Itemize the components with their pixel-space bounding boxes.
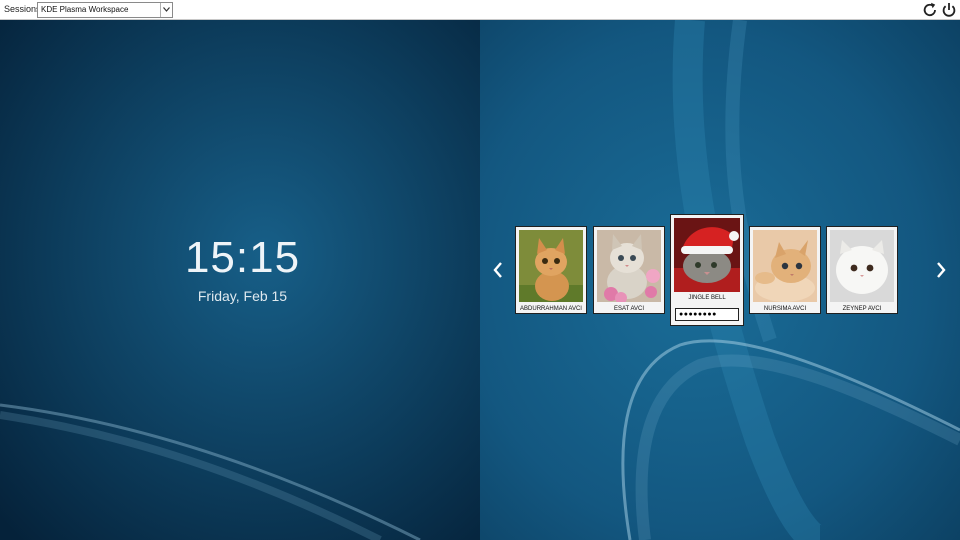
chevron-right-icon[interactable] xyxy=(933,258,949,282)
restart-icon[interactable] xyxy=(921,1,939,19)
avatar xyxy=(830,230,894,302)
chevron-down-icon[interactable] xyxy=(160,3,172,17)
user-card-zeynep[interactable]: ZEYNEP AVCI xyxy=(826,226,898,314)
chevron-left-icon[interactable] xyxy=(490,258,506,282)
avatar xyxy=(753,230,817,302)
user-name: ZEYNEP AVCI xyxy=(842,306,882,312)
clock-date: Friday, Feb 15 xyxy=(197,288,288,304)
session-selected-value: KDE Plasma Workspace xyxy=(41,5,129,14)
user-card-nursima[interactable]: NURSIMA AVCI xyxy=(749,226,821,314)
avatar xyxy=(519,230,583,302)
top-bar: Sessions: KDE Plasma Workspace xyxy=(0,0,960,20)
user-name: ESAT AVCI xyxy=(613,306,644,312)
user-name: ABDURRAHMAN AVCI xyxy=(520,306,582,312)
power-icon[interactable] xyxy=(940,1,958,19)
avatar xyxy=(597,230,661,302)
user-card-jingle-bell[interactable]: JINGLE BELL ●●●●●●●● xyxy=(670,214,744,326)
session-select[interactable]: KDE Plasma Workspace xyxy=(37,2,173,18)
user-name: JINGLE BELL xyxy=(688,295,726,301)
clock-time: 15:15 xyxy=(184,233,301,282)
user-card-abdurrahman[interactable]: ABDURRAHMAN AVCI xyxy=(515,226,587,314)
user-name: NURSIMA AVCI xyxy=(763,306,807,312)
avatar xyxy=(674,218,740,292)
user-card-esat[interactable]: ESAT AVCI xyxy=(593,226,665,314)
password-input[interactable]: ●●●●●●●● xyxy=(675,308,739,321)
